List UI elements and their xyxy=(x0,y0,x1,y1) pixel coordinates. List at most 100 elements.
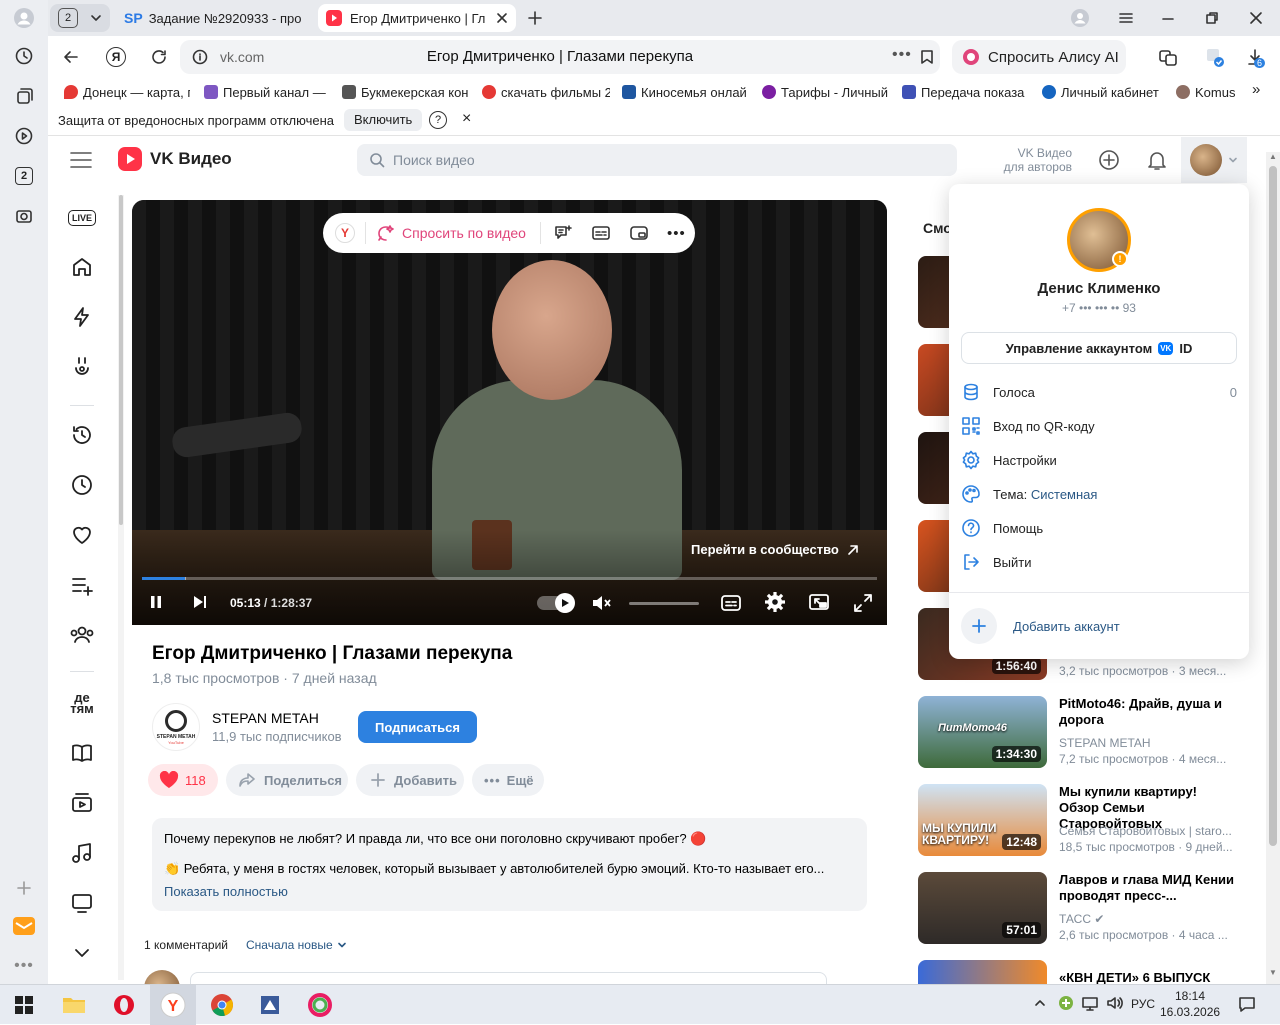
add-account-button[interactable]: Добавить аккаунт xyxy=(961,608,1120,644)
reload-icon[interactable] xyxy=(150,48,168,66)
scrollbar-thumb[interactable] xyxy=(1269,166,1277,846)
vk-video-logo[interactable]: VK Видео xyxy=(118,147,232,171)
lightning-icon[interactable] xyxy=(68,303,96,331)
colorful-app-icon[interactable] xyxy=(306,991,334,1019)
tab-vk-video[interactable]: Егор Дмитриченко | Гл xyxy=(318,4,516,32)
playlist-add-icon[interactable] xyxy=(68,571,96,599)
settings-button[interactable] xyxy=(764,591,786,613)
volume-icon[interactable] xyxy=(1106,995,1124,1011)
history-icon[interactable] xyxy=(12,44,36,68)
hamburger-icon[interactable] xyxy=(70,151,92,169)
summary-icon[interactable] xyxy=(553,223,573,243)
help-icon[interactable]: ? xyxy=(429,111,447,129)
enable-protection-button[interactable]: Включить xyxy=(344,109,423,131)
bookmark-item[interactable]: Донецк — карта, г xyxy=(64,83,190,101)
nav-scrollbar[interactable] xyxy=(118,195,124,980)
translate-icon[interactable] xyxy=(1158,48,1178,68)
next-button[interactable] xyxy=(190,592,210,612)
upload-icon[interactable] xyxy=(1098,149,1120,171)
book-icon[interactable] xyxy=(68,739,96,767)
mute-button[interactable] xyxy=(590,592,612,614)
close-infobar-icon[interactable]: × xyxy=(462,110,471,128)
fullscreen-button[interactable] xyxy=(852,592,874,614)
notifications-icon[interactable] xyxy=(1146,149,1168,171)
miniplayer-button[interactable] xyxy=(808,592,830,614)
tray-app-icon[interactable] xyxy=(1058,995,1074,1011)
manage-account-button[interactable]: Управление аккаунтом VK ID xyxy=(961,332,1237,364)
add-button[interactable]: Добавить xyxy=(356,764,464,796)
back-icon[interactable] xyxy=(62,48,80,66)
app-icon[interactable] xyxy=(256,991,284,1019)
bookmark-item[interactable]: Букмекерская кон xyxy=(342,83,470,101)
menu-item-settings[interactable]: Настройки xyxy=(961,446,1237,474)
subscriptions-icon[interactable] xyxy=(68,621,96,649)
go-to-community-link[interactable]: Перейти в сообщество xyxy=(691,542,859,557)
bookmarks-overflow-icon[interactable]: » xyxy=(1252,81,1260,98)
share-button[interactable]: Поделиться xyxy=(226,764,348,796)
nav-live[interactable]: LIVE xyxy=(68,204,97,232)
home-icon[interactable] xyxy=(68,253,96,281)
bookmark-item[interactable]: Передача показа xyxy=(902,83,1030,101)
yandex-y-icon[interactable]: Y xyxy=(335,223,355,243)
search-input[interactable]: Поиск видео xyxy=(357,144,957,176)
collections-icon[interactable] xyxy=(12,84,36,108)
history-icon[interactable] xyxy=(68,421,96,449)
music-icon[interactable] xyxy=(68,839,96,867)
chrome-icon[interactable] xyxy=(208,991,236,1019)
close-window-icon[interactable] xyxy=(1248,10,1264,26)
screenshot-icon[interactable] xyxy=(12,204,36,228)
bookmark-item[interactable]: Киносемья онлай xyxy=(622,83,750,101)
page-scrollbar[interactable]: ▲ ▼ xyxy=(1266,152,1280,984)
tray-chevron-icon[interactable] xyxy=(1034,997,1046,1009)
mail-app-icon[interactable] xyxy=(12,914,36,938)
pip-icon[interactable] xyxy=(629,223,649,243)
scroll-up-arrow[interactable]: ▲ xyxy=(1269,152,1277,161)
network-icon[interactable] xyxy=(1082,995,1098,1011)
tabs-count-button[interactable]: 2 xyxy=(12,164,36,188)
language-indicator[interactable]: РУС xyxy=(1131,997,1155,1011)
window-menu-icon[interactable] xyxy=(1118,10,1134,26)
clips-icon[interactable] xyxy=(68,353,96,381)
ask-alice-button[interactable]: Спросить Алису AI xyxy=(952,40,1126,74)
media-play-icon[interactable] xyxy=(12,124,36,148)
bookmark-item[interactable]: Первый канал — с xyxy=(204,83,328,101)
video-player[interactable]: Y Спросить по видео ••• Перейти в сообще… xyxy=(132,200,887,625)
start-icon[interactable] xyxy=(10,991,38,1019)
minimize-icon[interactable] xyxy=(1160,10,1176,26)
comments-sort-dropdown[interactable]: Сначала новые xyxy=(246,938,347,952)
rec-item[interactable]: «КВН ДЕТИ» 6 ВЫПУСК xyxy=(918,960,1248,984)
chevron-down-icon[interactable] xyxy=(68,939,96,967)
yandex-browser-taskbar[interactable]: Y xyxy=(150,985,196,1025)
more-icon[interactable]: ••• xyxy=(892,46,912,64)
menu-item-help[interactable]: Помощь xyxy=(961,514,1237,542)
kids-icon[interactable]: де тям xyxy=(68,689,96,717)
subscribe-button[interactable]: Подписаться xyxy=(358,711,477,743)
opera-icon[interactable] xyxy=(110,991,138,1019)
bookmark-item[interactable]: Личный кабинет xyxy=(1042,83,1166,101)
menu-item-logout[interactable]: Выйти xyxy=(961,548,1237,576)
tab-group-button[interactable]: 2 xyxy=(50,4,110,32)
more-button[interactable]: ••• Ещё xyxy=(472,764,544,796)
scroll-down-arrow[interactable]: ▼ xyxy=(1269,968,1277,977)
close-tab-icon[interactable] xyxy=(496,12,508,24)
like-button[interactable]: 118 xyxy=(148,764,218,796)
account-icon[interactable] xyxy=(1070,8,1090,28)
rec-item[interactable]: МЫ КУПИЛИ КВАРТИРУ! 12:48 Мы купили квар… xyxy=(918,784,1248,856)
rec-item[interactable]: 57:01 Лавров и глава МИД Кении проводят … xyxy=(918,872,1248,944)
ask-video-button[interactable]: Спросить по видео xyxy=(376,223,526,243)
channel-avatar[interactable]: STEPAN METAH YouTube xyxy=(152,703,200,751)
menu-item-qr-login[interactable]: Вход по QR-коду xyxy=(961,412,1237,440)
bookmark-item[interactable]: скачать фильмы 2 xyxy=(482,83,610,101)
menu-item-theme[interactable]: Тема: Системная xyxy=(961,480,1237,508)
address-field[interactable]: vk.com Егор Дмитриченко | Глазами переку… xyxy=(180,40,940,74)
tv-icon[interactable] xyxy=(68,889,96,917)
for-authors-link[interactable]: VK Видео для авторов xyxy=(990,146,1072,174)
more-icon[interactable]: ••• xyxy=(667,225,686,242)
bookmark-item[interactable]: Тарифы - Личный xyxy=(762,83,890,101)
watch-later-icon[interactable] xyxy=(68,471,96,499)
bookmark-icon[interactable] xyxy=(920,49,934,65)
menu-item-votes[interactable]: Голоса 0 xyxy=(961,378,1237,406)
shows-icon[interactable] xyxy=(68,789,96,817)
file-explorer-icon[interactable] xyxy=(60,991,88,1019)
yandex-icon[interactable]: Я xyxy=(106,47,126,67)
